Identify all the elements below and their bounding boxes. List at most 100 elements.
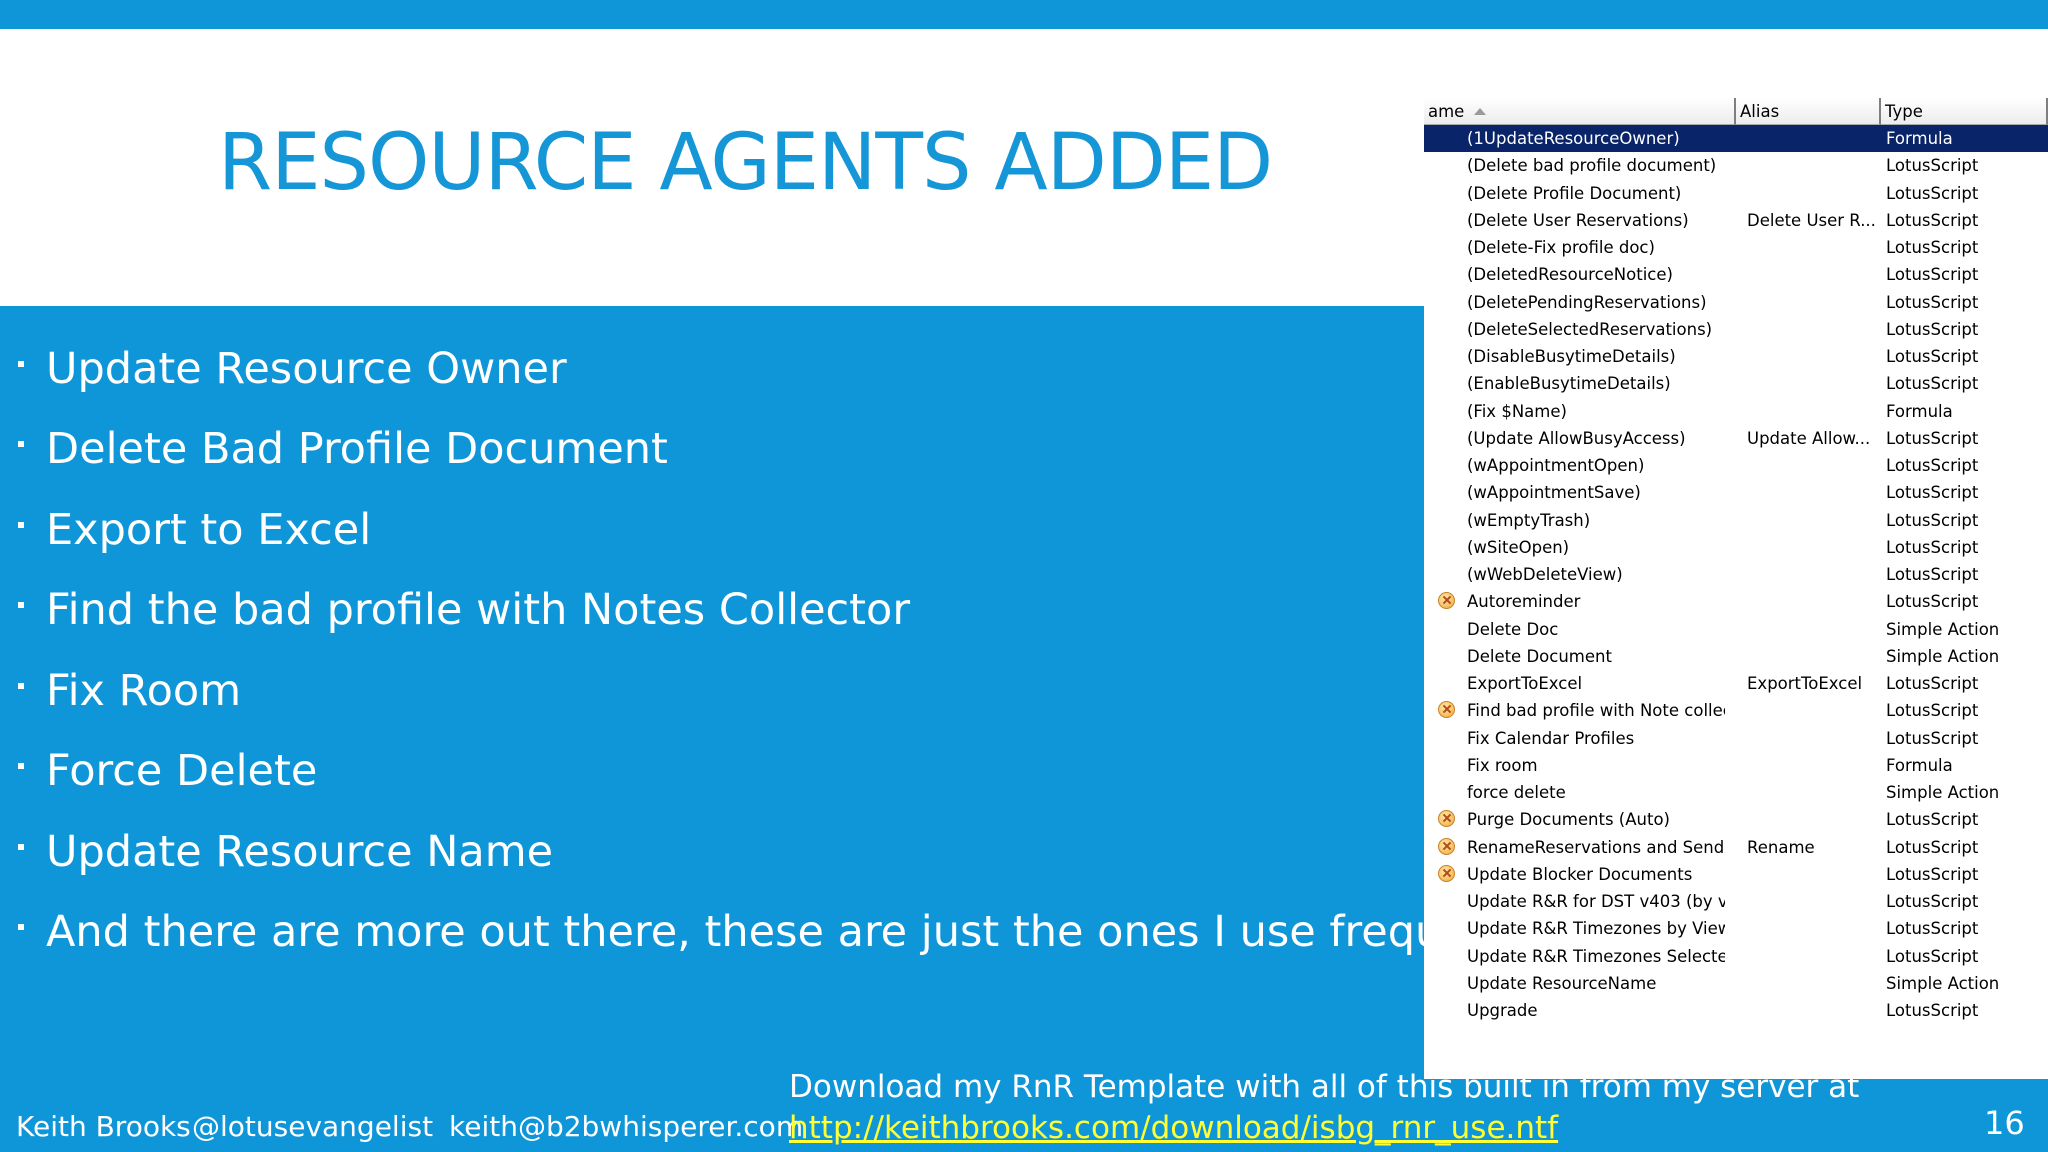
agent-type-cell: LotusScript <box>1886 864 1979 884</box>
top-accent-bar <box>0 0 2048 29</box>
scheduled-agent-icon <box>1438 864 1455 882</box>
bullet-item: Fix Room <box>18 666 241 716</box>
table-row[interactable]: (wWebDeleteView) LotusScript <box>1424 561 2048 588</box>
agent-name-cell: Fix room <box>1467 755 1538 775</box>
agent-name-cell: force delete <box>1467 783 1566 802</box>
sort-ascending-icon <box>1474 108 1487 115</box>
agent-alias-cell: Delete User R... <box>1747 210 1876 230</box>
table-row[interactable]: (Delete User Reservations) Delete User R.… <box>1424 207 2048 234</box>
page-number: 16 <box>1984 1104 2025 1142</box>
agent-type-cell: Formula <box>1886 755 1953 775</box>
agent-name-cell: Update R&R for DST v403 (by view <box>1467 892 1725 911</box>
agent-type-cell: LotusScript <box>1886 565 1979 584</box>
table-row[interactable]: RenameReservations and SendNot Rename Lotu… <box>1424 834 2048 861</box>
table-row[interactable]: (DeleteSelectedReservations) LotusScript <box>1424 316 2048 343</box>
bullet-dot-icon <box>18 762 24 769</box>
table-row[interactable]: (Update AllowBusyAccess) Update Allow... L… <box>1424 425 2048 452</box>
agent-type-cell: LotusScript <box>1886 701 1979 721</box>
agent-name-cell: Update ResourceName <box>1467 973 1657 993</box>
table-row[interactable]: Autoreminder LotusScript <box>1424 588 2048 615</box>
bullet-item: Update Resource Owner <box>18 344 567 394</box>
table-row[interactable]: (wEmptyTrash) LotusScript <box>1424 507 2048 534</box>
scheduled-agent-icon <box>1438 837 1455 855</box>
agent-list-view[interactable]: ame Alias Type (1UpdateResourceOwner) For… <box>1424 98 2048 1079</box>
agent-type-cell: Simple Action <box>1886 619 2000 639</box>
bullet-dot-icon <box>18 923 24 930</box>
table-row[interactable]: (Fix $Name) Formula <box>1424 398 2048 425</box>
agent-type-cell: Simple Action <box>1886 646 2000 666</box>
agent-name-cell: (wEmptyTrash) <box>1467 510 1591 530</box>
agent-name-cell: (wWebDeleteView) <box>1467 565 1623 584</box>
bullet-dot-icon <box>18 682 24 689</box>
agent-type-cell: Simple Action <box>1886 973 2000 993</box>
agent-type-cell: LotusScript <box>1886 428 1979 448</box>
agent-name-cell: RenameReservations and SendNot <box>1467 837 1725 857</box>
agent-type-cell: LotusScript <box>1886 537 1979 557</box>
table-row[interactable]: Update R&R for DST v403 (by view LotusScr… <box>1424 888 2048 915</box>
bullet-item: Find the bad profile with Notes Collecto… <box>18 585 910 635</box>
table-row[interactable]: (1UpdateResourceOwner) Formula <box>1424 125 2048 152</box>
agent-alias-cell: Rename <box>1747 837 1815 857</box>
table-row[interactable]: Purge Documents (Auto) LotusScript <box>1424 806 2048 833</box>
agent-type-cell: LotusScript <box>1886 674 1979 693</box>
table-row[interactable]: (DeletePendingReservations) LotusScript <box>1424 289 2048 316</box>
table-row[interactable]: Update ResourceName Simple Action <box>1424 970 2048 997</box>
bullet-item: Force Delete <box>18 746 317 796</box>
agent-name-cell: (DisableBusytimeDetails) <box>1467 347 1676 366</box>
agent-name-cell: Delete Doc <box>1467 619 1559 639</box>
bullet-dot-icon <box>18 601 24 608</box>
agent-type-cell: LotusScript <box>1886 456 1979 475</box>
table-row[interactable]: Update Blocker Documents LotusScript <box>1424 861 2048 888</box>
column-header-type[interactable]: Type <box>1881 98 2048 125</box>
column-header-alias[interactable]: Alias <box>1736 98 1881 125</box>
table-row[interactable]: Update R&R Timezones by View LotusScript <box>1424 915 2048 942</box>
table-row[interactable]: Find bad profile with Note collectior Lot… <box>1424 697 2048 724</box>
agent-name-cell: Upgrade <box>1467 1001 1538 1020</box>
agent-name-cell: Find bad profile with Note collectior <box>1467 701 1725 721</box>
table-row[interactable]: ExportToExcel ExportToExcel LotusScript <box>1424 670 2048 697</box>
table-row[interactable]: Upgrade LotusScript <box>1424 997 2048 1024</box>
table-row[interactable]: (DeletedResourceNotice) LotusScript <box>1424 261 2048 288</box>
table-row[interactable]: (wAppointmentOpen) LotusScript <box>1424 452 2048 479</box>
column-header-name[interactable]: ame <box>1424 98 1736 125</box>
agent-type-cell: LotusScript <box>1886 319 1979 339</box>
agent-type-cell: Formula <box>1886 401 1953 421</box>
agent-type-cell: LotusScript <box>1886 892 1979 911</box>
agent-type-cell: LotusScript <box>1886 837 1979 857</box>
table-row[interactable]: (EnableBusytimeDetails) LotusScript <box>1424 370 2048 397</box>
table-row[interactable]: Update R&R Timezones Selected Do LotusScr… <box>1424 943 2048 970</box>
table-row[interactable]: (Delete-Fix profile doc) LotusScript <box>1424 234 2048 261</box>
agent-type-cell: LotusScript <box>1886 265 1979 285</box>
agent-name-cell: (wAppointmentOpen) <box>1467 456 1645 475</box>
bullet-item: And there are more out there, these are … <box>18 907 1550 957</box>
agent-name-cell: (Delete Profile Document) <box>1467 183 1682 203</box>
table-row[interactable]: (wSiteOpen) LotusScript <box>1424 534 2048 561</box>
agent-type-cell: LotusScript <box>1886 510 1979 530</box>
agent-name-cell: (DeletedResourceNotice) <box>1467 265 1673 285</box>
slide-title: RESOURCE AGENTS ADDED <box>218 118 1273 208</box>
table-row[interactable]: (DisableBusytimeDetails) LotusScript <box>1424 343 2048 370</box>
download-link[interactable]: http://keithbrooks.com/download/isbg_rnr… <box>789 1110 1558 1146</box>
agent-name-cell: (Delete bad profile document) <box>1467 156 1717 176</box>
table-row[interactable]: Fix Calendar Profiles LotusScript <box>1424 725 2048 752</box>
agent-type-cell: LotusScript <box>1886 810 1979 830</box>
table-row[interactable]: (wAppointmentSave) LotusScript <box>1424 479 2048 506</box>
agent-name-cell: Fix Calendar Profiles <box>1467 728 1635 748</box>
table-row[interactable]: force delete Simple Action <box>1424 779 2048 806</box>
agent-name-cell: (DeleteSelectedReservations) <box>1467 319 1713 339</box>
table-row[interactable]: (Delete bad profile document) LotusScript <box>1424 152 2048 179</box>
agent-name-cell: Update R&R Timezones by View <box>1467 919 1725 939</box>
bullet-dot-icon <box>18 440 24 447</box>
agent-type-cell: LotusScript <box>1886 728 1979 748</box>
bullet-dot-icon <box>18 843 24 850</box>
agent-name-cell: (1UpdateResourceOwner) <box>1467 129 1680 148</box>
agent-name-cell: (Delete User Reservations) <box>1467 210 1689 230</box>
footer-author: Keith Brooks <box>16 1110 191 1143</box>
table-row[interactable]: (Delete Profile Document) LotusScript <box>1424 180 2048 207</box>
table-row[interactable]: Delete Doc Simple Action <box>1424 616 2048 643</box>
agent-name-cell: (EnableBusytimeDetails) <box>1467 374 1671 394</box>
agent-type-cell: LotusScript <box>1886 292 1979 312</box>
agent-name-cell: Purge Documents (Auto) <box>1467 810 1670 830</box>
table-row[interactable]: Delete Document Simple Action <box>1424 643 2048 670</box>
table-row[interactable]: Fix room Formula <box>1424 752 2048 779</box>
